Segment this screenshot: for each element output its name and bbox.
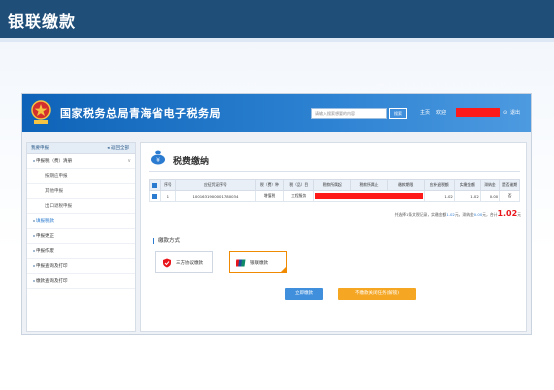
column-header: 序号 xyxy=(159,179,176,191)
bullet-icon xyxy=(33,220,35,222)
return-all-link[interactable]: ◂ 返回全部 xyxy=(107,146,129,151)
bullet-icon xyxy=(33,160,35,162)
slide-header: 银联缴款 xyxy=(0,0,554,38)
sidebar-item-fill[interactable]: 填报税款 xyxy=(27,214,135,229)
option-label: 三方协议缴款 xyxy=(176,261,203,266)
page-title: 税费缴纳 xyxy=(173,157,210,167)
row-checkbox[interactable] xyxy=(149,190,161,202)
welcome-link[interactable]: 欢迎 xyxy=(436,109,446,117)
unionpay-icon xyxy=(236,259,246,267)
summary-total: 1.02 xyxy=(497,209,518,218)
sidebar-header: 我要申报 ◂ 返回全部 xyxy=(27,143,135,154)
column-header: 税款所属止 xyxy=(350,179,388,191)
money-bag-icon: ¥ xyxy=(151,150,165,165)
pay-now-button[interactable]: 立即缴款 xyxy=(285,288,323,300)
column-header: 实缴金额 xyxy=(453,179,481,191)
app-header: 国家税务总局青海省电子税务局 请输入搜索想要的内容 搜索 主页 欢迎 ⊙ 退出 xyxy=(22,94,531,132)
column-header: 应补退税额 xyxy=(423,179,455,191)
row-amount-due: 1.02 xyxy=(423,190,455,202)
bullet-icon xyxy=(33,280,35,282)
table-row[interactable]: 1 1001631900001780034 增值税 工程服务 1.02 1.02… xyxy=(149,190,520,202)
summary-late: 0.00 xyxy=(473,212,483,217)
select-all-checkbox[interactable] xyxy=(149,179,161,191)
option-unionpay[interactable]: 银联缴款 xyxy=(229,251,287,273)
option-label: 银联缴款 xyxy=(250,261,268,266)
sidebar: 我要申报 ◂ 返回全部 申报税（费）清册 ∨ 按期应申报 其他申报 出口退税申报… xyxy=(26,142,136,332)
column-header: 是否逾期 xyxy=(499,179,520,191)
bullet-icon xyxy=(33,235,35,237)
redacted-period xyxy=(313,190,425,202)
row-amount-paid: 1.02 xyxy=(453,190,481,202)
sidebar-item-tax-list[interactable]: 申报税（费）清册 ∨ xyxy=(27,154,135,169)
logout-icon[interactable]: ⊙ xyxy=(503,109,507,117)
row-voucher: 1001631900001780034 xyxy=(174,190,256,202)
column-header: 税（品）目 xyxy=(283,179,315,191)
sidebar-item-payment-query[interactable]: 缴款查询及打印 xyxy=(27,274,135,289)
row-tax-type: 增值税 xyxy=(254,190,285,202)
shield-icon xyxy=(163,258,171,268)
app-title: 国家税务总局青海省电子税务局 xyxy=(60,107,221,120)
payment-method-label: 缴款方式 xyxy=(153,238,180,244)
sidebar-header-label: 我要申报 xyxy=(31,146,49,151)
table-header-row: 序号 应征凭证序号 税（费）种 税（品）目 税款所属起 税款所属止 缴款期限 应… xyxy=(149,179,520,191)
tax-emblem-icon xyxy=(31,100,51,124)
selected-corner-icon xyxy=(280,266,287,273)
row-overdue: 否 xyxy=(499,190,520,202)
summary-paid: 1.02 xyxy=(446,212,455,217)
redacted-username xyxy=(456,108,500,117)
sidebar-item-query[interactable]: 申报查询及打印 xyxy=(27,259,135,274)
main-panel: ¥ 税费缴纳 序号 应征凭证序号 税（费）种 税（品）目 税款所属起 税款所属止… xyxy=(140,142,527,332)
bullet-icon xyxy=(33,250,35,252)
payment-table: 序号 应征凭证序号 税（费）种 税（品）目 税款所属起 税款所属止 缴款期限 应… xyxy=(149,179,520,202)
column-header: 税款所属起 xyxy=(313,179,352,191)
sidebar-item-periodic[interactable]: 按期应申报 xyxy=(27,169,135,184)
title-divider xyxy=(149,171,520,172)
column-header: 缴款期限 xyxy=(386,179,425,191)
slide-title: 银联缴款 xyxy=(8,12,77,31)
home-link[interactable]: 主页 xyxy=(420,109,430,117)
payment-summary: 共选择1条文税记录，实缴金额1.02元，滞纳金0.00元，合计1.02元 xyxy=(394,209,521,218)
row-index: 1 xyxy=(159,190,176,202)
option-tripartite[interactable]: 三方协议缴款 xyxy=(155,251,213,273)
sidebar-item-other[interactable]: 其他申报 xyxy=(27,184,135,199)
bullet-icon xyxy=(33,265,35,267)
chevron-down-icon[interactable]: ∨ xyxy=(127,154,131,169)
column-header: 应征凭证序号 xyxy=(174,179,256,191)
row-late-fee: 0.00 xyxy=(479,190,501,202)
sidebar-item-void[interactable]: 申报作废 xyxy=(27,244,135,259)
row-item: 工程服务 xyxy=(283,190,315,202)
sidebar-item-export[interactable]: 出口退税申报 xyxy=(27,199,135,214)
close-task-button[interactable]: 不缴款关闭任务(解锁) xyxy=(338,288,416,300)
column-header: 滞纳金 xyxy=(479,179,501,191)
column-header: 税（费）种 xyxy=(254,179,285,191)
search-button[interactable]: 搜索 xyxy=(389,108,407,119)
search-input[interactable]: 请输入搜索想要的内容 xyxy=(311,108,387,119)
logout-link[interactable]: 退出 xyxy=(510,109,520,117)
screenshot-frame: 国家税务总局青海省电子税务局 请输入搜索想要的内容 搜索 主页 欢迎 ⊙ 退出 … xyxy=(21,93,532,335)
svg-text:¥: ¥ xyxy=(156,157,160,164)
sidebar-item-correct[interactable]: 申报更正 xyxy=(27,229,135,244)
